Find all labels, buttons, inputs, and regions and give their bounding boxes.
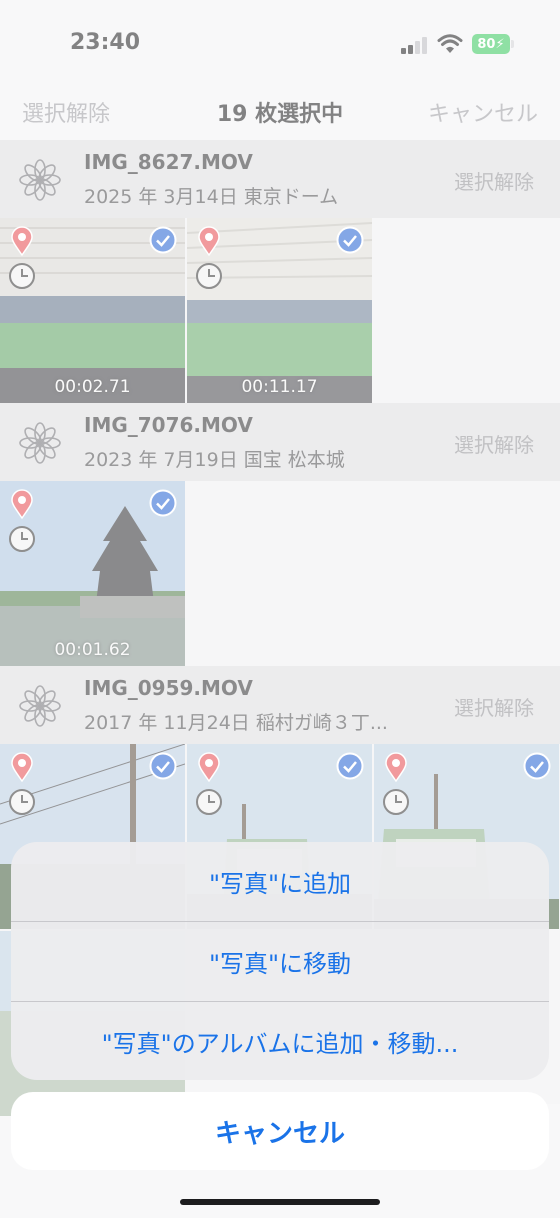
action-sheet: "写真"に追加 "写真"に移動 "写真"のアルバムに追加・移動... [11, 842, 549, 1080]
add-to-photos-button[interactable]: "写真"に追加 [11, 842, 549, 921]
sheet-cancel-button[interactable]: キャンセル [11, 1092, 549, 1170]
move-to-photos-button[interactable]: "写真"に移動 [11, 922, 549, 1001]
add-move-to-album-button[interactable]: "写真"のアルバムに追加・移動... [11, 1002, 549, 1080]
home-indicator[interactable] [180, 1199, 380, 1205]
